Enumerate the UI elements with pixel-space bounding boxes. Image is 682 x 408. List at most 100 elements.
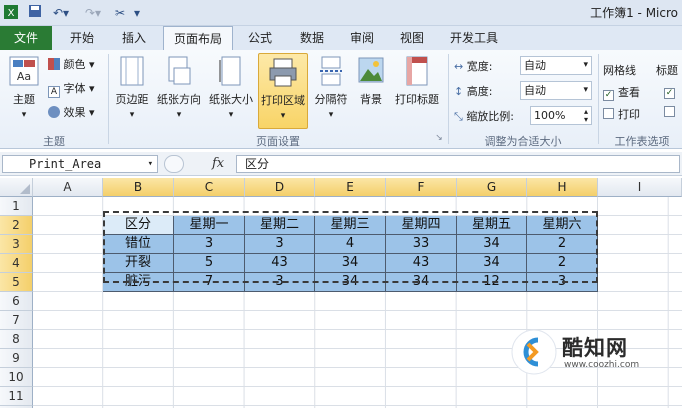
column-header-a[interactable]: A xyxy=(33,178,103,197)
customize-toolbar-icon[interactable]: ▾ xyxy=(132,4,142,22)
row-header-11[interactable]: 11 xyxy=(0,387,33,406)
column-header-e[interactable]: E xyxy=(315,178,386,197)
table-header-cell[interactable]: 星期二 xyxy=(245,216,315,235)
margins-button[interactable]: 页边距 ▾ xyxy=(112,56,152,120)
table-cell[interactable]: 43 xyxy=(386,254,457,273)
checkbox-unchecked-icon xyxy=(603,108,614,119)
height-icon: ↕ xyxy=(454,85,464,98)
fonts-button[interactable]: A 字体 ▾ xyxy=(48,80,104,98)
table-cell[interactable]: 34 xyxy=(457,235,527,254)
scale-label: 缩放比例: xyxy=(466,110,515,123)
window-title: 工作簿1 - Micro xyxy=(590,6,678,20)
column-header-h[interactable]: H xyxy=(527,178,598,197)
table-cell[interactable]: 3 xyxy=(174,235,245,254)
tab-insert[interactable]: 插入 xyxy=(110,26,158,50)
tab-page-layout[interactable]: 页面布局 xyxy=(163,26,233,50)
insert-function-icon[interactable]: fx xyxy=(212,155,224,173)
table-cell[interactable]: 34 xyxy=(315,273,386,292)
formula-input[interactable]: 区分 xyxy=(236,155,680,173)
tab-review[interactable]: 审阅 xyxy=(340,26,384,50)
scale-stepper[interactable]: 100% ▴ ▾ xyxy=(530,106,592,125)
height-label: 高度: xyxy=(466,85,493,98)
redo-icon[interactable]: ↷▾ xyxy=(80,4,106,22)
table-cell[interactable]: 3 xyxy=(245,235,315,254)
table-cell[interactable]: 5 xyxy=(174,254,245,273)
table-header-cell[interactable]: 星期四 xyxy=(386,216,457,235)
themes-icon: Aa xyxy=(6,56,42,89)
row-header-2[interactable]: 2 xyxy=(0,216,33,235)
gridlines-view-checkbox[interactable]: ✓ 查看 xyxy=(603,84,653,101)
quick-tool-icon[interactable]: ✂ xyxy=(110,4,130,22)
row-header-3[interactable]: 3 xyxy=(0,235,33,254)
column-header-f[interactable]: F xyxy=(386,178,457,197)
orientation-button[interactable]: 纸张方向 ▾ xyxy=(154,56,204,120)
tab-data[interactable]: 数据 xyxy=(290,26,334,50)
column-header-i[interactable]: I xyxy=(598,178,682,197)
row-header-10[interactable]: 10 xyxy=(0,368,33,387)
table-header-cell[interactable]: 星期六 xyxy=(527,216,598,235)
colors-button[interactable]: 颜色 ▾ xyxy=(48,56,104,72)
name-box[interactable]: Print_Area ▾ xyxy=(2,155,158,173)
tab-view[interactable]: 视图 xyxy=(390,26,434,50)
background-button[interactable]: 背景 xyxy=(354,56,388,107)
table-cell[interactable]: 错位 xyxy=(103,235,174,254)
table-cell[interactable]: 2 xyxy=(527,254,598,273)
table-cell[interactable]: 43 xyxy=(245,254,315,273)
column-header-c[interactable]: C xyxy=(174,178,245,197)
table-header-cell[interactable]: 星期三 xyxy=(315,216,386,235)
table-header-cell[interactable]: 区分 xyxy=(103,216,174,235)
row-header-1[interactable]: 1 xyxy=(0,197,33,216)
table-cell[interactable]: 34 xyxy=(315,254,386,273)
save-icon[interactable] xyxy=(26,4,44,22)
table-cell[interactable]: 33 xyxy=(386,235,457,254)
size-button[interactable]: 纸张大小 ▾ xyxy=(206,56,256,120)
watermark-url: www.coozhi.com xyxy=(564,360,640,370)
table-cell[interactable]: 3 xyxy=(527,273,598,292)
print-area-button[interactable]: 打印区域 ▾ xyxy=(258,53,308,129)
row-header-5[interactable]: 5 xyxy=(0,273,33,292)
width-dropdown[interactable]: 自动 ▾ xyxy=(520,56,592,75)
column-header-g[interactable]: G xyxy=(457,178,527,197)
stepper-arrows-icon[interactable]: ▴ ▾ xyxy=(584,108,588,124)
table-cell[interactable]: 34 xyxy=(457,254,527,273)
chevron-down-icon[interactable]: ▾ xyxy=(148,156,153,172)
column-header-d[interactable]: D xyxy=(245,178,315,197)
headings-print-checkbox[interactable] xyxy=(664,106,678,119)
table-cell[interactable]: 4 xyxy=(315,235,386,254)
table-header-cell[interactable]: 星期一 xyxy=(174,216,245,235)
scale-value: 100% xyxy=(534,109,566,122)
breaks-icon xyxy=(310,56,352,89)
select-all-corner[interactable] xyxy=(0,178,33,197)
formula-bar-grip-icon[interactable] xyxy=(164,155,184,173)
themes-group-label: 主题 xyxy=(43,135,65,148)
table-cell[interactable]: 3 xyxy=(245,273,315,292)
effects-button[interactable]: 效果 ▾ xyxy=(48,104,104,120)
tab-file[interactable]: 文件 xyxy=(0,26,52,50)
tab-developer[interactable]: 开发工具 xyxy=(442,26,506,50)
table-header-cell[interactable]: 星期五 xyxy=(457,216,527,235)
table-cell[interactable]: 7 xyxy=(174,273,245,292)
undo-icon[interactable]: ↶▾ xyxy=(48,4,74,22)
row-header-4[interactable]: 4 xyxy=(0,254,33,273)
themes-button[interactable]: Aa 主题 ▾ xyxy=(6,56,42,120)
table-cell[interactable]: 12 xyxy=(457,273,527,292)
breaks-button[interactable]: 分隔符 ▾ xyxy=(310,56,352,120)
table-cell[interactable]: 2 xyxy=(527,235,598,254)
column-header-b[interactable]: B xyxy=(103,178,174,197)
tab-home[interactable]: 开始 xyxy=(58,26,106,50)
table-cell[interactable]: 开裂 xyxy=(103,254,174,273)
fonts-icon: A xyxy=(48,86,60,98)
height-dropdown[interactable]: 自动 ▾ xyxy=(520,81,592,100)
print-titles-button[interactable]: 打印标题 xyxy=(390,56,444,107)
row-header-9[interactable]: 9 xyxy=(0,349,33,368)
tab-formulas[interactable]: 公式 xyxy=(238,26,282,50)
headings-view-checkbox[interactable]: ✓ xyxy=(664,84,678,99)
row-header-6[interactable]: 6 xyxy=(0,292,33,311)
table-cell[interactable]: 脏污 xyxy=(103,273,174,292)
table-cell[interactable]: 34 xyxy=(386,273,457,292)
row-header-8[interactable]: 8 xyxy=(0,330,33,349)
row-header-7[interactable]: 7 xyxy=(0,311,33,330)
size-icon xyxy=(206,56,256,89)
gridlines-print-checkbox[interactable]: 打印 xyxy=(603,106,653,122)
page-setup-dialog-launcher-icon[interactable]: ↘ xyxy=(434,133,444,143)
